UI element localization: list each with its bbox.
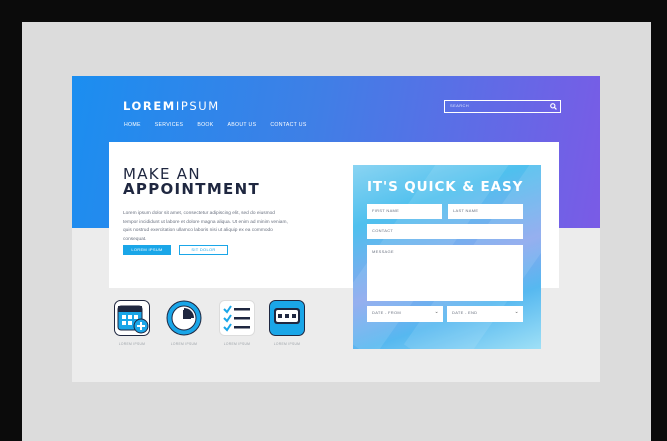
contact-field[interactable]: CONTACT: [367, 224, 523, 239]
icon-label: LOREM IPSUM: [118, 342, 146, 346]
nav-about-us[interactable]: ABOUT US: [228, 122, 257, 128]
date-from-select[interactable]: DATE - FROM ⌄: [367, 306, 443, 322]
clock-icon[interactable]: [166, 300, 202, 336]
logo[interactable]: LOREMIPSUM: [123, 99, 220, 113]
page-title-line2: APPOINTMENT: [123, 180, 260, 198]
date-end-select[interactable]: DATE - END ⌄: [447, 306, 523, 322]
last-name-field[interactable]: LAST NAME: [448, 204, 523, 219]
chevron-down-icon: ⌄: [514, 309, 519, 315]
secondary-button[interactable]: SIT DOLOR: [179, 245, 228, 255]
nav-services[interactable]: SERVICES: [155, 122, 184, 128]
intro-text: Lorem ipsum dolor sit amet, consectetur …: [123, 211, 288, 242]
checklist-icon[interactable]: [219, 300, 255, 336]
icon-label: LOREM IPSUM: [170, 342, 198, 346]
icon-label: LOREM IPSUM: [223, 342, 251, 346]
calendar-add-icon[interactable]: [114, 300, 150, 336]
primary-button[interactable]: LOREM IPSUM: [123, 245, 171, 255]
chevron-down-icon: ⌄: [434, 309, 439, 315]
nav-book[interactable]: BOOK: [197, 122, 213, 128]
landing-page: LOREMIPSUM SEARCH HOME SERVICES BOOK ABO…: [72, 76, 600, 382]
first-name-field[interactable]: FIRST NAME: [367, 204, 442, 219]
search-icon[interactable]: [550, 103, 557, 110]
date-end-label: DATE - END: [452, 310, 478, 315]
message-field[interactable]: MESSAGE: [367, 245, 523, 301]
search-placeholder: SEARCH: [450, 103, 470, 108]
search-input[interactable]: SEARCH: [444, 100, 561, 113]
appointment-form: IT'S QUICK & EASY FIRST NAME LAST NAME C…: [353, 165, 541, 349]
main-nav: HOME SERVICES BOOK ABOUT US CONTACT US: [124, 122, 321, 128]
icon-label: LOREM IPSUM: [273, 342, 301, 346]
chat-icon[interactable]: [269, 300, 305, 336]
nav-home[interactable]: HOME: [124, 122, 141, 128]
nav-contact-us[interactable]: CONTACT US: [270, 122, 306, 128]
date-from-label: DATE - FROM: [372, 310, 402, 315]
form-title: IT'S QUICK & EASY: [367, 179, 524, 195]
